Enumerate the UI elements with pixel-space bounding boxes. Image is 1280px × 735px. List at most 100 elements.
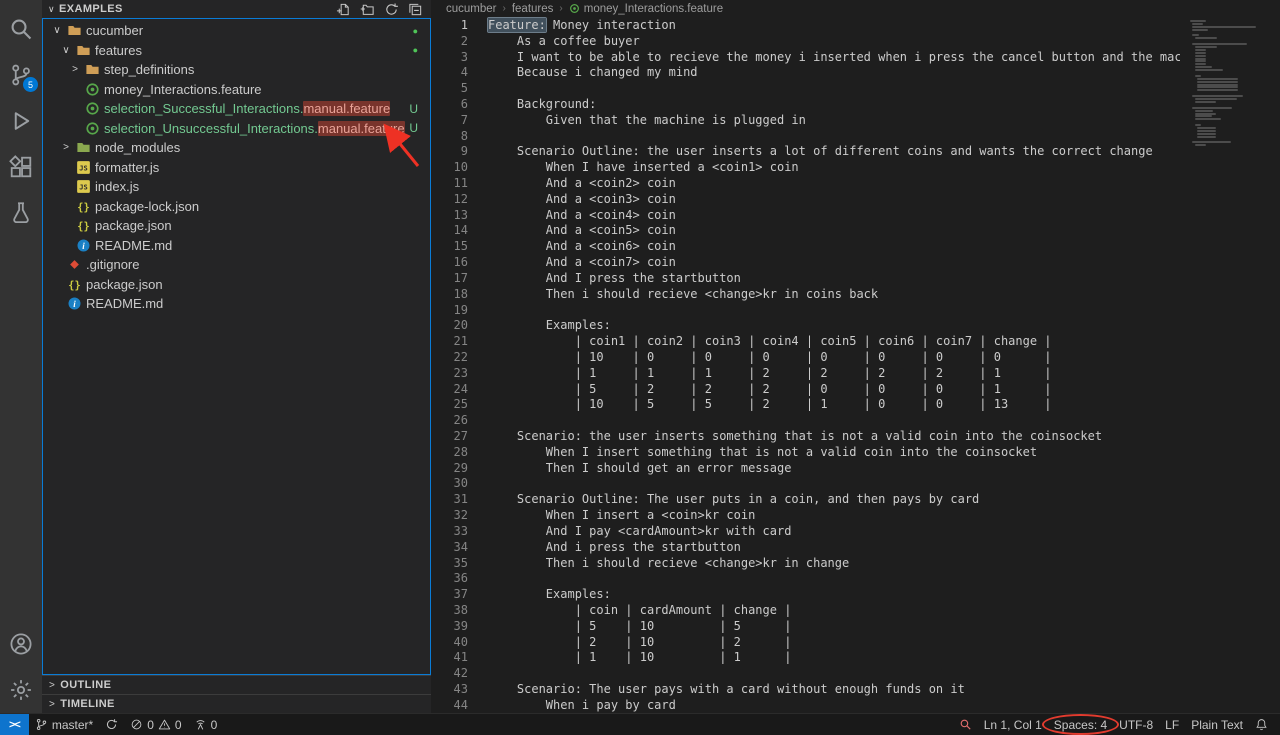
indentation-item[interactable]: Spaces: 4 [1048,714,1113,735]
explorer-section-header[interactable]: ∨ EXAMPLES [42,0,431,18]
breadcrumb-file[interactable]: money_Interactions.feature [569,3,723,15]
extensions-icon[interactable] [0,144,42,190]
code-line-2[interactable]: 2 As a coffee buyer [431,33,1180,49]
git-branch-item[interactable]: master* [29,714,99,735]
cursor-position[interactable]: Ln 1, Col 1 [978,714,1048,735]
code-line-25[interactable]: 25 | 10 | 5 | 5 | 2 | 1 | 0 | 0 | 13 | [431,397,1180,413]
tree-item-selection-successful-interactions-manual-feature[interactable]: selection_Successful_Interactions.manual… [43,99,430,119]
line-number: 28 [431,445,468,459]
testing-icon[interactable] [0,190,42,236]
outline-section-header[interactable]: > OUTLINE [42,675,431,694]
eol-item[interactable]: LF [1159,714,1185,735]
tree-item-selection-unsuccessful-interactions-manual-feature[interactable]: selection_Unsuccessful_Interactions.manu… [43,119,430,139]
code-line-31[interactable]: 31 Scenario Outline: The user puts in a … [431,491,1180,507]
code-line-22[interactable]: 22 | 10 | 0 | 0 | 0 | 0 | 0 | 0 | 0 | [431,349,1180,365]
source-control-icon[interactable]: 5 [0,52,42,98]
tree-item-money-interactions-feature[interactable]: money_Interactions.feature [43,80,430,100]
new-file-icon[interactable] [336,2,351,17]
code-line-16[interactable]: 16 And a <coin7> coin [431,254,1180,270]
code-editor[interactable]: 1Feature: Money interaction2 As a coffee… [431,17,1280,713]
code-line-17[interactable]: 17 And I press the startbutton [431,270,1180,286]
line-text: And a <coin5> coin [468,223,676,237]
code-line-23[interactable]: 23 | 1 | 1 | 1 | 2 | 2 | 2 | 2 | 1 | [431,365,1180,381]
tree-item-formatter-js[interactable]: JSformatter.js [43,158,430,178]
code-line-38[interactable]: 38 | coin | cardAmount | change | [431,602,1180,618]
search-icon[interactable] [0,6,42,52]
code-line-30[interactable]: 30 [431,476,1180,492]
code-line-8[interactable]: 8 [431,128,1180,144]
chevron-down-icon[interactable]: ∨ [49,25,65,36]
code-line-43[interactable]: 43 Scenario: The user pays with a card w… [431,681,1180,697]
code-line-18[interactable]: 18 Then i should recieve <change>kr in c… [431,286,1180,302]
code-line-39[interactable]: 39 | 5 | 10 | 5 | [431,618,1180,634]
sync-button[interactable] [99,714,124,735]
code-line-27[interactable]: 27 Scenario: the user inserts something … [431,428,1180,444]
minimap-line [1192,141,1230,143]
minimap-line [1195,115,1212,117]
chevron-down-icon[interactable]: ∨ [58,45,74,56]
code-line-7[interactable]: 7 Given that the machine is plugged in [431,112,1180,128]
tree-item-package-lock-json[interactable]: {}package-lock.json [43,197,430,217]
code-line-35[interactable]: 35 Then i should recieve <change>kr in c… [431,555,1180,571]
code-line-40[interactable]: 40 | 2 | 10 | 2 | [431,634,1180,650]
code-line-29[interactable]: 29 Then I should get an error message [431,460,1180,476]
code-line-11[interactable]: 11 And a <coin2> coin [431,175,1180,191]
tree-item-node-modules[interactable]: >node_modules [43,138,430,158]
code-line-34[interactable]: 34 And i press the startbutton [431,539,1180,555]
new-folder-icon[interactable] [360,2,375,17]
code-line-9[interactable]: 9 Scenario Outline: the user inserts a l… [431,144,1180,160]
collapse-all-icon[interactable] [408,2,423,17]
tree-item-step-definitions[interactable]: >step_definitions [43,60,430,80]
code-line-41[interactable]: 41 | 1 | 10 | 1 | [431,650,1180,666]
code-line-14[interactable]: 14 And a <coin5> coin [431,223,1180,239]
run-debug-icon[interactable] [0,98,42,144]
code-line-13[interactable]: 13 And a <coin4> coin [431,207,1180,223]
refresh-icon[interactable] [384,2,399,17]
code-line-28[interactable]: 28 When I insert something that is not a… [431,444,1180,460]
chevron-right-icon[interactable]: > [58,142,74,153]
code-line-33[interactable]: 33 And I pay <cardAmount>kr with card [431,523,1180,539]
tree-item-readme-md[interactable]: iREADME.md [43,294,430,314]
code-line-15[interactable]: 15 And a <coin6> coin [431,238,1180,254]
code-line-5[interactable]: 5 [431,80,1180,96]
tree-item-index-js[interactable]: JSindex.js [43,177,430,197]
code-line-37[interactable]: 37 Examples: [431,586,1180,602]
notifications-item[interactable] [1249,714,1274,735]
tree-item-gitignore[interactable]: .gitignore [43,255,430,275]
code-line-1[interactable]: 1Feature: Money interaction [431,17,1180,33]
code-line-20[interactable]: 20 Examples: [431,317,1180,333]
code-line-26[interactable]: 26 [431,412,1180,428]
tree-item-features[interactable]: ∨features● [43,41,430,61]
language-mode-item[interactable]: Plain Text [1185,714,1249,735]
tree-item-package-json[interactable]: {}package.json [43,275,430,295]
ports-item[interactable]: 0 [188,714,224,735]
settings-gear-icon[interactable] [0,667,42,713]
code-line-42[interactable]: 42 [431,665,1180,681]
code-line-32[interactable]: 32 When I insert a <coin>kr coin [431,507,1180,523]
encoding-item[interactable]: UTF-8 [1113,714,1159,735]
tree-item-cucumber[interactable]: ∨cucumber● [43,21,430,41]
code-line-21[interactable]: 21 | coin1 | coin2 | coin3 | coin4 | coi… [431,333,1180,349]
code-line-6[interactable]: 6 Background: [431,96,1180,112]
breadcrumb-cucumber[interactable]: cucumber [446,3,497,15]
timeline-section-header[interactable]: > TIMELINE [42,694,431,713]
tree-item-readme-md[interactable]: iREADME.md [43,236,430,256]
code-line-12[interactable]: 12 And a <coin3> coin [431,191,1180,207]
line-number: 2 [431,34,468,48]
remote-indicator[interactable]: >< [0,714,29,735]
code-line-44[interactable]: 44 When i pay by card [431,697,1180,713]
code-line-24[interactable]: 24 | 5 | 2 | 2 | 2 | 0 | 0 | 0 | 1 | [431,381,1180,397]
zoom-item[interactable] [953,714,978,735]
account-icon[interactable] [0,621,42,667]
code-line-4[interactable]: 4 Because i changed my mind [431,64,1180,80]
code-line-19[interactable]: 19 [431,302,1180,318]
line-number: 13 [431,208,468,222]
breadcrumb-features[interactable]: features [512,3,554,15]
code-line-10[interactable]: 10 When I have inserted a <coin1> coin [431,159,1180,175]
minimap[interactable] [1182,17,1280,713]
code-line-3[interactable]: 3 I want to be able to recieve the money… [431,49,1180,65]
code-line-36[interactable]: 36 [431,570,1180,586]
problems-item[interactable]: 0 0 [124,714,187,735]
chevron-right-icon[interactable]: > [67,64,83,75]
tree-item-package-json[interactable]: {}package.json [43,216,430,236]
